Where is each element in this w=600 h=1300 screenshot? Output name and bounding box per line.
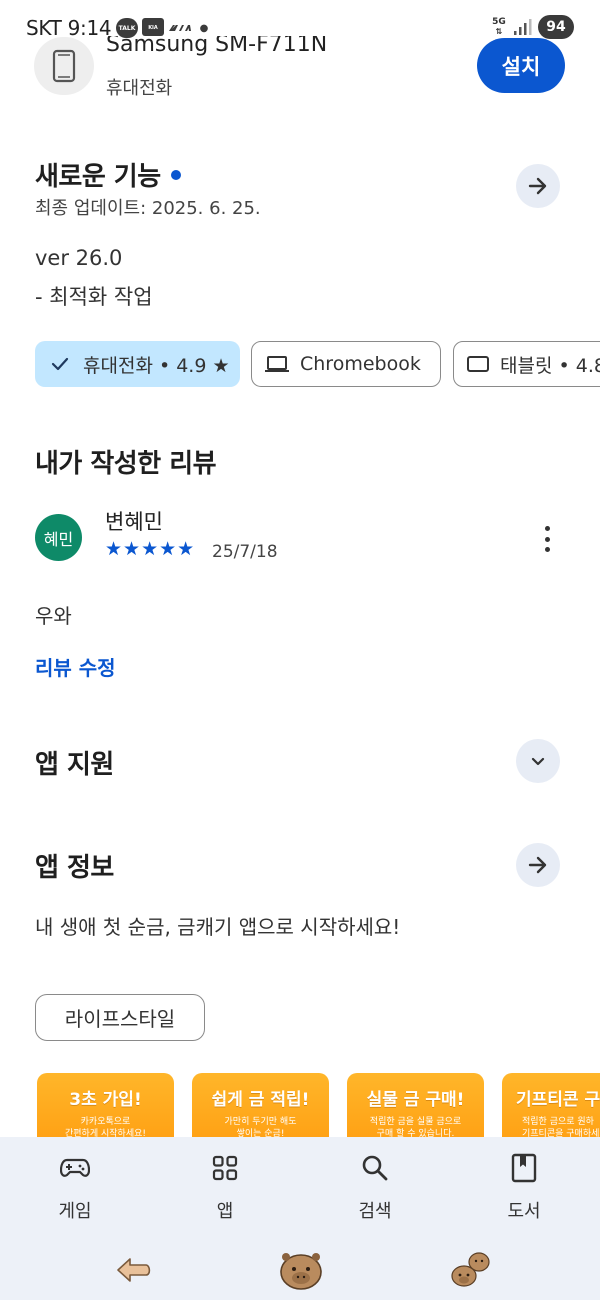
- app-info-arrow-button[interactable]: [516, 843, 560, 887]
- banner-line: 적립한 금을 실물 금으로: [369, 1117, 462, 1127]
- edit-review-link[interactable]: 리뷰 수정: [35, 652, 116, 681]
- chip-phone-label: 휴대전화 • 4.9 ★: [83, 354, 230, 377]
- signal-icon: [512, 17, 532, 37]
- new-indicator-dot: [170, 169, 181, 180]
- banner-title: 실물 금 구매!: [366, 1090, 465, 1110]
- apps-grid-icon: [210, 1153, 240, 1183]
- update-note: - 최적화 작업: [35, 285, 153, 309]
- nav-books-label: 도서: [507, 1201, 541, 1222]
- my-review-title: 내가 작성한 리뷰: [35, 449, 217, 479]
- back-button[interactable]: [112, 1240, 156, 1300]
- version-text: ver 26.0: [35, 246, 123, 270]
- kia-connect-notification-icon: KIA: [142, 18, 164, 36]
- review-stars: ★★★★★: [105, 538, 196, 560]
- chip-chromebook[interactable]: Chromebook: [251, 341, 441, 387]
- back-hand-icon: [117, 1258, 151, 1282]
- kia-notification-icon: [167, 18, 193, 38]
- book-icon: [509, 1153, 539, 1183]
- nav-search[interactable]: 검색: [325, 1137, 425, 1240]
- app-support-expand-button[interactable]: [516, 739, 560, 783]
- banner-title: 기프티콘 구: [516, 1090, 600, 1110]
- svg-text:KIA: KIA: [148, 25, 158, 31]
- tablet-icon: [467, 356, 489, 372]
- kakaotalk-notification-icon: TALK: [116, 18, 138, 38]
- chip-chromebook-label: Chromebook: [300, 353, 421, 375]
- app-support-title: 앱 지원: [35, 750, 114, 780]
- nav-apps[interactable]: 앱: [175, 1137, 275, 1240]
- search-icon: [360, 1153, 390, 1183]
- bottom-navigation: 게임 앱 검색 도서: [0, 1137, 600, 1240]
- status-time: SKT 9:14: [26, 16, 112, 40]
- chip-tablet-label: 태블릿 • 4.8: [500, 354, 600, 377]
- chevron-down-icon: [531, 757, 545, 766]
- reviewer-name: 변혜민: [105, 510, 163, 534]
- network-5g-icon: 5G ⇅: [492, 17, 506, 37]
- more-notifications-dot-icon: ●: [199, 22, 209, 34]
- home-button[interactable]: [277, 1240, 325, 1300]
- banner-title: 3초 가입!: [69, 1090, 142, 1110]
- banner-line: 카카오톡으로: [80, 1117, 131, 1127]
- app-description: 내 생애 첫 순금, 금캐기 앱으로 시작하세요!: [35, 915, 401, 939]
- last-updated: 최종 업데이트: 2025. 6. 25.: [35, 198, 261, 219]
- app-info-title: 앱 정보: [35, 853, 114, 883]
- nav-games[interactable]: 게임: [25, 1137, 125, 1240]
- banner-title: 쉽게 금 적립!: [211, 1090, 310, 1110]
- banner-line: 가만히 두기만 해도: [224, 1117, 297, 1127]
- whats-new-title: 새로운 기능: [35, 162, 161, 192]
- system-navigation-bar: [0, 1240, 600, 1300]
- check-icon: [51, 357, 69, 371]
- capybara-recents-icon: [451, 1252, 490, 1287]
- whats-new-heading: 새로운 기능: [35, 156, 181, 193]
- nav-books[interactable]: 도서: [474, 1137, 574, 1240]
- arrow-right-icon: [528, 856, 547, 874]
- network-label: 5G: [492, 17, 506, 27]
- arrow-right-icon: [528, 177, 547, 195]
- nav-games-label: 게임: [58, 1201, 92, 1222]
- laptop-icon: [265, 356, 289, 372]
- banner-line: 적립한 금으로 원하: [522, 1117, 594, 1127]
- app-category: 휴대전화: [106, 78, 173, 99]
- recents-button[interactable]: [448, 1240, 494, 1300]
- review-text: 우와: [35, 604, 72, 628]
- chip-phone[interactable]: 휴대전화 • 4.9 ★: [35, 341, 240, 387]
- review-date: 25/7/18: [212, 542, 278, 562]
- gamepad-icon: [60, 1153, 90, 1183]
- capybara-home-icon: [280, 1253, 322, 1290]
- whats-new-arrow-button[interactable]: [516, 164, 560, 208]
- battery-indicator: 94: [538, 15, 574, 39]
- nav-apps-label: 앱: [216, 1201, 234, 1222]
- review-more-options-icon[interactable]: [533, 522, 561, 556]
- status-bar: SKT 9:14 TALK KIA ● 5G ⇅ 94: [0, 0, 600, 56]
- category-chip[interactable]: 라이프스타일: [35, 994, 205, 1041]
- nav-search-label: 검색: [358, 1201, 392, 1222]
- avatar: 혜민: [35, 514, 82, 561]
- chip-tablet[interactable]: 태블릿 • 4.8: [453, 341, 600, 387]
